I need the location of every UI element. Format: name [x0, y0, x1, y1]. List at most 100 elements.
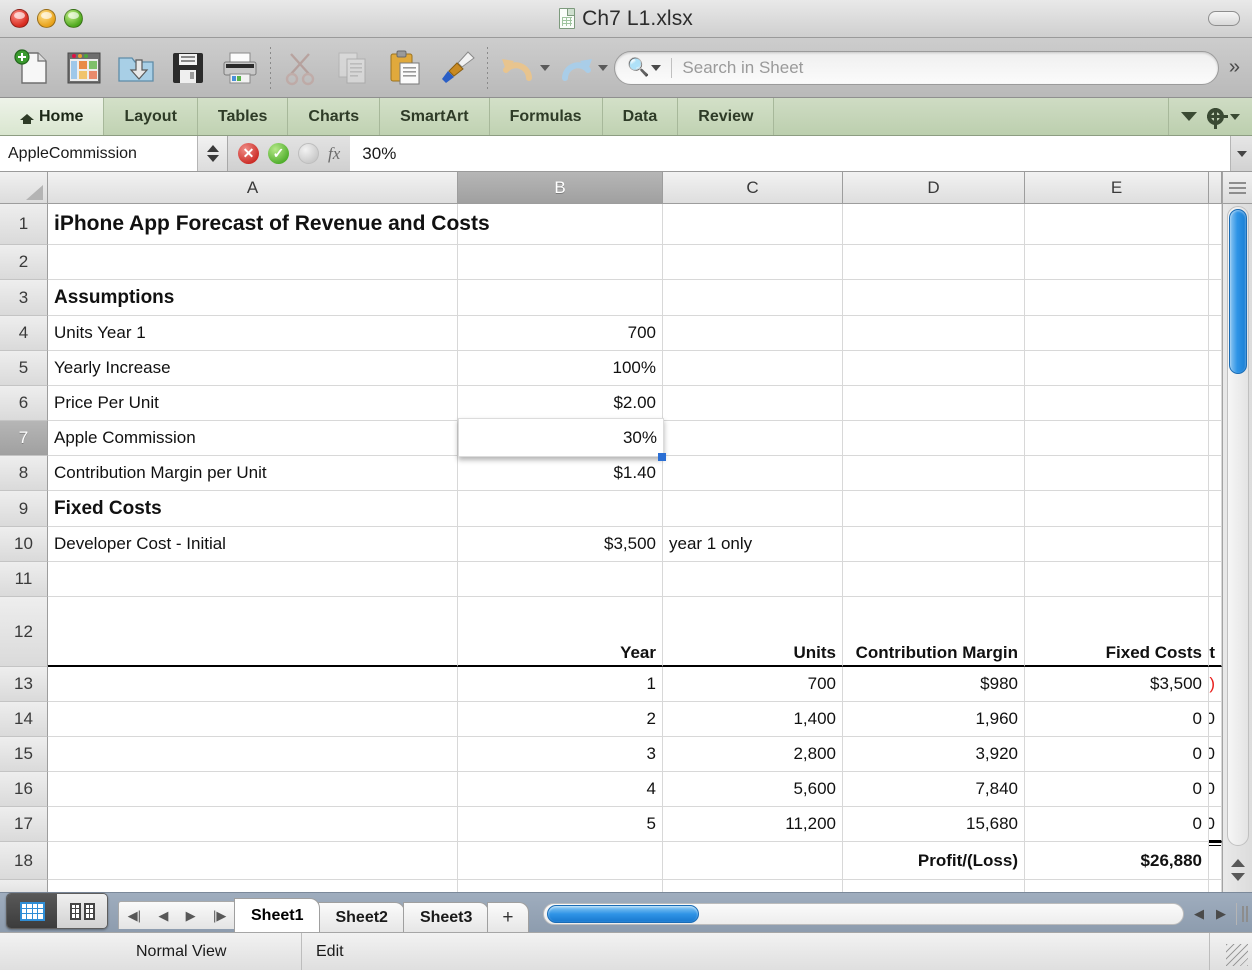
- cancel-x-icon[interactable]: ✕: [238, 143, 259, 164]
- row-header-9[interactable]: 9: [0, 491, 48, 527]
- vertical-scroll-track[interactable]: [1226, 206, 1249, 846]
- horizontal-scrollbar[interactable]: ◀ ▶: [542, 900, 1248, 928]
- row-header-2[interactable]: 2: [0, 245, 48, 280]
- cell-d1[interactable]: [843, 204, 1025, 245]
- cell-b2[interactable]: [458, 245, 663, 280]
- cell-f5[interactable]: [1209, 351, 1222, 386]
- cell-e11[interactable]: [1025, 562, 1209, 597]
- cell-b16[interactable]: 4: [458, 772, 663, 807]
- column-header-b[interactable]: B: [458, 172, 663, 204]
- cell-f16[interactable]: 7,840: [1209, 772, 1222, 807]
- minimize-button[interactable]: [37, 9, 56, 28]
- cell-e10[interactable]: [1025, 527, 1209, 562]
- cell-c13[interactable]: 700: [663, 667, 843, 702]
- cell-c8[interactable]: [663, 456, 843, 491]
- nav-next-sheet-icon[interactable]: ▶: [186, 908, 196, 924]
- cell-d8[interactable]: [843, 456, 1025, 491]
- cell-d12[interactable]: Contribution Margin: [843, 597, 1025, 667]
- normal-view-icon[interactable]: [7, 894, 57, 928]
- column-header-a[interactable]: A: [48, 172, 458, 204]
- cell-b6[interactable]: $2.00: [458, 386, 663, 421]
- cell-f18[interactable]: [1209, 842, 1222, 880]
- active-cell-b7[interactable]: 30%: [458, 418, 664, 457]
- cell-f11[interactable]: [1209, 562, 1222, 597]
- cell-c17[interactable]: 11,200: [663, 807, 843, 842]
- cell-c15[interactable]: 2,800: [663, 737, 843, 772]
- cell-f17[interactable]: 15,680: [1209, 807, 1222, 842]
- cell-c10[interactable]: year 1 only: [663, 527, 843, 562]
- formula-builder-icon[interactable]: [298, 143, 319, 164]
- new-document-icon[interactable]: [6, 42, 58, 94]
- tab-layout[interactable]: Layout: [104, 98, 198, 135]
- cell-a4[interactable]: Units Year 1: [48, 316, 458, 351]
- row-header-8[interactable]: 8: [0, 456, 48, 491]
- cell-d17[interactable]: 15,680: [843, 807, 1025, 842]
- formula-bar-expand-button[interactable]: [1230, 136, 1252, 171]
- cell-f9[interactable]: [1209, 491, 1222, 527]
- vertical-scroll-arrows[interactable]: [1230, 848, 1245, 892]
- cell-e19[interactable]: [1025, 880, 1209, 892]
- fx-icon[interactable]: fx: [328, 144, 340, 164]
- page-layout-view-icon[interactable]: [57, 894, 107, 928]
- cell-d15[interactable]: 3,920: [843, 737, 1025, 772]
- cell-a11[interactable]: [48, 562, 458, 597]
- sheet-tab-sheet2[interactable]: Sheet2: [318, 902, 405, 932]
- cell-a12[interactable]: [48, 597, 458, 667]
- cell-f2[interactable]: [1209, 245, 1222, 280]
- cell-e8[interactable]: [1025, 456, 1209, 491]
- cell-c11[interactable]: [663, 562, 843, 597]
- cell-e18[interactable]: $26,880: [1025, 842, 1209, 880]
- formula-input[interactable]: 30%: [350, 136, 1230, 171]
- cell-e4[interactable]: [1025, 316, 1209, 351]
- paintbrush-icon[interactable]: [431, 42, 483, 94]
- cell-d18[interactable]: Profit/(Loss): [843, 842, 1025, 880]
- cell-e7[interactable]: [1025, 421, 1209, 456]
- tab-review[interactable]: Review: [678, 98, 775, 135]
- nav-first-sheet-icon[interactable]: ◀|: [128, 908, 141, 924]
- cell-b15[interactable]: 3: [458, 737, 663, 772]
- gear-icon[interactable]: [1207, 108, 1228, 129]
- row-header-1[interactable]: 1: [0, 204, 48, 245]
- save-floppy-icon[interactable]: [162, 42, 214, 94]
- cell-d11[interactable]: [843, 562, 1025, 597]
- copy-pages-icon[interactable]: [327, 42, 379, 94]
- cell-e3[interactable]: [1025, 280, 1209, 316]
- cell-b4[interactable]: 700: [458, 316, 663, 351]
- cell-b11[interactable]: [458, 562, 663, 597]
- cell-a7[interactable]: Apple Commission: [48, 421, 458, 456]
- name-box[interactable]: AppleCommission: [0, 136, 198, 171]
- cell-d13[interactable]: $980: [843, 667, 1025, 702]
- row-header-5[interactable]: 5: [0, 351, 48, 386]
- split-box-button[interactable]: [1222, 172, 1252, 204]
- row-header-7[interactable]: 7: [0, 421, 48, 456]
- clipboard-paste-icon[interactable]: [379, 42, 431, 94]
- horizontal-scroll-thumb[interactable]: [546, 905, 699, 923]
- cell-f7[interactable]: [1209, 421, 1222, 456]
- cell-b10[interactable]: $3,500: [458, 527, 663, 562]
- cell-b8[interactable]: $1.40: [458, 456, 663, 491]
- tab-home[interactable]: Home: [0, 98, 105, 135]
- cell-a19[interactable]: [48, 880, 458, 892]
- cell-a9[interactable]: Fixed Costs: [48, 491, 458, 527]
- cell-c16[interactable]: 5,600: [663, 772, 843, 807]
- cell-e16[interactable]: 0: [1025, 772, 1209, 807]
- cell-c3[interactable]: [663, 280, 843, 316]
- accept-check-icon[interactable]: ✓: [268, 143, 289, 164]
- toolbar-overflow-button[interactable]: »: [1223, 56, 1246, 79]
- cell-c12[interactable]: Units: [663, 597, 843, 667]
- cell-e9[interactable]: [1025, 491, 1209, 527]
- cell-d14[interactable]: 1,960: [843, 702, 1025, 737]
- cell-a5[interactable]: Yearly Increase: [48, 351, 458, 386]
- row-header-4[interactable]: 4: [0, 316, 48, 351]
- redo-arrow-icon[interactable]: [550, 42, 602, 94]
- tab-tables[interactable]: Tables: [197, 98, 289, 135]
- sheet-tab-sheet1[interactable]: Sheet1: [234, 898, 321, 932]
- cell-d16[interactable]: 7,840: [843, 772, 1025, 807]
- cell-e15[interactable]: 0: [1025, 737, 1209, 772]
- cell-e13[interactable]: $3,500: [1025, 667, 1209, 702]
- chevron-down-icon[interactable]: [1181, 112, 1197, 121]
- cell-b13[interactable]: 1: [458, 667, 663, 702]
- cell-c1[interactable]: [663, 204, 843, 245]
- undo-arrow-icon[interactable]: [492, 42, 544, 94]
- fill-handle[interactable]: [658, 453, 666, 461]
